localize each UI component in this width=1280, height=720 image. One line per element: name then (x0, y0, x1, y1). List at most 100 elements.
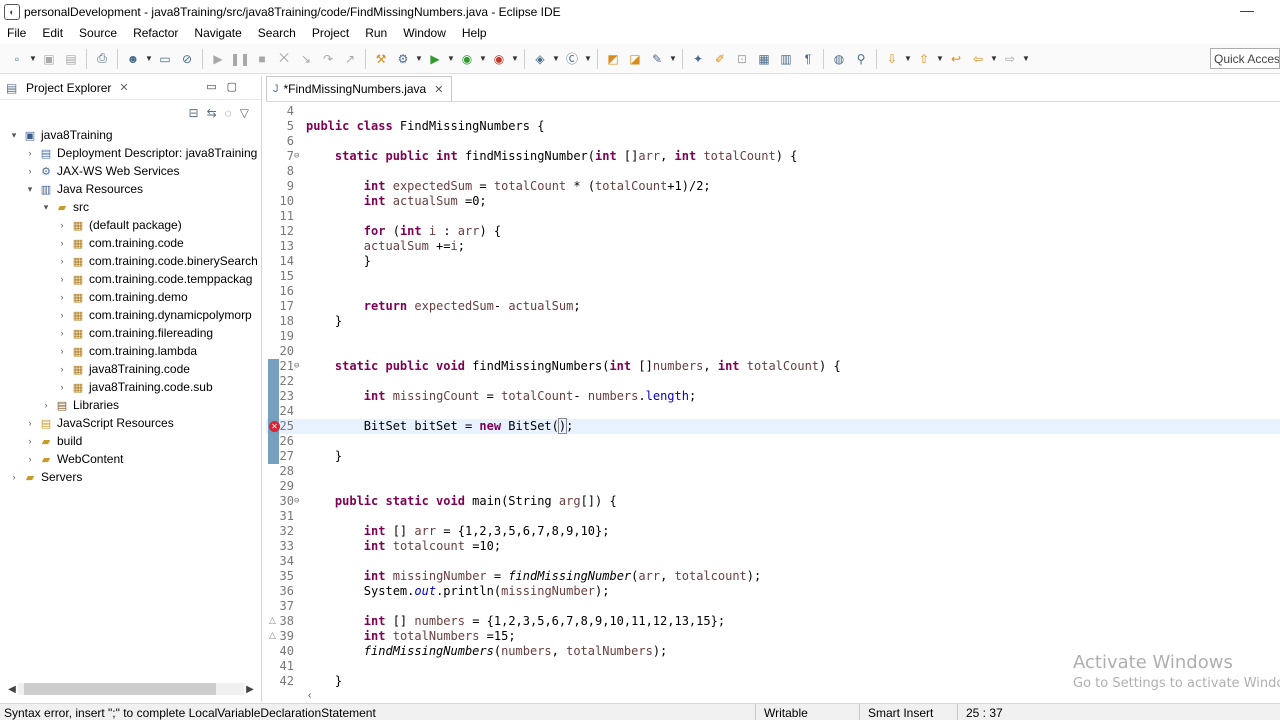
search-icon[interactable]: ✎ (649, 51, 665, 67)
build-icon[interactable]: ⚙ (395, 51, 411, 67)
print-icon[interactable]: ⎙ (94, 51, 110, 67)
chevron-right-icon[interactable]: › (24, 454, 36, 464)
run-icon[interactable]: ▶ (427, 51, 443, 67)
chevron-right-icon[interactable]: › (56, 364, 68, 374)
fold-toggle-icon[interactable]: ⊖ (294, 359, 299, 374)
debug-icon[interactable]: ☻ (125, 51, 141, 67)
menu-search[interactable]: Search (250, 26, 304, 40)
chevron-right-icon[interactable]: › (56, 346, 68, 356)
new-java-project-icon[interactable]: ◈ (532, 51, 548, 67)
code-line[interactable]: 20 (266, 344, 1280, 359)
chevron-right-icon[interactable]: › (56, 310, 68, 320)
code-line[interactable]: 22 (266, 374, 1280, 389)
explorer-horizontal-scrollbar[interactable]: ◀ ▶ (6, 682, 256, 696)
globe-icon[interactable]: ◍ (831, 51, 847, 67)
chevron-down-icon[interactable]: ▾ (40, 202, 52, 213)
chevron-right-icon[interactable]: › (56, 256, 68, 266)
code-line[interactable]: 4 (266, 104, 1280, 119)
close-icon[interactable]: ✕ (119, 81, 128, 94)
code-line[interactable]: 9 int expectedSum = totalCount * (totalC… (266, 179, 1280, 194)
code-line[interactable]: 26 (266, 434, 1280, 449)
fold-toggle-icon[interactable]: ⊖ (294, 494, 299, 509)
chevron-down-icon[interactable]: ▾ (24, 184, 36, 195)
new-icon[interactable]: ▫ (9, 51, 25, 67)
code-line[interactable]: 37 (266, 599, 1280, 614)
code-line[interactable]: 18 } (266, 314, 1280, 329)
step-over-icon[interactable]: ↷ (320, 51, 336, 67)
save-icon[interactable]: ▣ (41, 51, 57, 67)
toggle-mark-occurrences-icon[interactable]: ✦ (690, 51, 706, 67)
forward-dropdown-icon[interactable]: ▼ (1022, 51, 1030, 67)
next-annotation-icon[interactable]: ⇩ (884, 51, 900, 67)
show-line-numbers-icon[interactable]: ▥ (778, 51, 794, 67)
previous-annotation-icon[interactable]: ⇧ (916, 51, 932, 67)
new-dropdown-icon[interactable]: ▼ (29, 51, 37, 67)
tree-item[interactable]: › ▰ WebContent (0, 450, 261, 468)
code-line[interactable]: 5 public class FindMissingNumbers { (266, 119, 1280, 134)
code-line[interactable]: 10 int actualSum =0; (266, 194, 1280, 209)
tree-item[interactable]: › ▦ com.training.code.temppackag (0, 270, 261, 288)
tree-item[interactable]: › ▤ JavaScript Resources (0, 414, 261, 432)
chevron-right-icon[interactable]: › (56, 274, 68, 284)
previous-annotation-dropdown-icon[interactable]: ▼ (936, 51, 944, 67)
chevron-right-icon[interactable]: › (24, 418, 36, 428)
coverage-dropdown-icon[interactable]: ▼ (479, 51, 487, 67)
code-line[interactable]: 31 (266, 509, 1280, 524)
console-icon[interactable]: ▭ (157, 51, 173, 67)
code-line[interactable]: 11 (266, 209, 1280, 224)
tree-item[interactable]: › ▦ com.training.dynamicpolymorp (0, 306, 261, 324)
menu-run[interactable]: Run (357, 26, 395, 40)
view-minimize-maximize-icons[interactable]: ▭▢ (206, 80, 247, 93)
code-line[interactable]: 27 } (266, 449, 1280, 464)
debug-dropdown-icon[interactable]: ▼ (145, 51, 153, 67)
code-line[interactable]: 24 (266, 404, 1280, 419)
toggle-highlight-icon[interactable]: ✐ (712, 51, 728, 67)
menu-project[interactable]: Project (304, 26, 357, 40)
tree-item[interactable]: › ▦ (default package) (0, 216, 261, 234)
code-line[interactable]: 13 actualSum +=i; (266, 239, 1280, 254)
menu-file[interactable]: File (0, 26, 34, 40)
project-explorer-tab[interactable]: ▤ Project Explorer ✕ ▭▢ (0, 76, 261, 100)
code-line[interactable]: 33 int totalcount =10; (266, 539, 1280, 554)
tree-item[interactable]: ▾ ▣ java8Training (0, 126, 261, 144)
code-line[interactable]: 30 ⊖ public static void main(String arg[]… (266, 494, 1280, 509)
code-line[interactable]: 21 ⊖ static public void findMissingNumber… (266, 359, 1280, 374)
build-dropdown-icon[interactable]: ▼ (415, 51, 423, 67)
menu-source[interactable]: Source (71, 26, 125, 40)
disconnect-icon[interactable]: ⨉ (276, 51, 292, 67)
tree-item[interactable]: › ▦ com.training.code (0, 234, 261, 252)
menu-navigate[interactable]: Navigate (186, 26, 249, 40)
last-edit-icon[interactable]: ↩ (948, 51, 964, 67)
tree-item[interactable]: › ▦ com.training.demo (0, 288, 261, 306)
tree-item[interactable]: › ▦ com.training.lambda (0, 342, 261, 360)
code-line[interactable]: 35 int missingNumber = findMissingNumber… (266, 569, 1280, 584)
tree-item[interactable]: › ▤ Deployment Descriptor: java8Training (0, 144, 261, 162)
tree-item[interactable]: › ▰ build (0, 432, 261, 450)
chevron-right-icon[interactable]: › (40, 400, 52, 410)
quick-access-input[interactable]: Quick Access (1210, 48, 1280, 69)
code-line[interactable]: 36 System.out.println(missingNumber); (266, 584, 1280, 599)
new-class-icon[interactable]: Ⓒ (564, 51, 580, 67)
chevron-down-icon[interactable]: ▾ (8, 130, 20, 141)
tree-item[interactable]: › ▤ Libraries (0, 396, 261, 414)
menu-window[interactable]: Window (395, 26, 454, 40)
tree-item[interactable]: › ▦ java8Training.code (0, 360, 261, 378)
new-class-dropdown-icon[interactable]: ▼ (584, 51, 592, 67)
menu-edit[interactable]: Edit (34, 26, 71, 40)
suspend-icon[interactable]: ❚❚ (230, 51, 250, 67)
show-whitespace-icon[interactable]: ▦ (756, 51, 772, 67)
scroll-right-icon[interactable]: ▶ (244, 684, 256, 695)
code-line[interactable]: 16 (266, 284, 1280, 299)
forward-icon[interactable]: ⇨ (1002, 51, 1018, 67)
new-wizard-dropdown-icon[interactable]: ▼ (552, 51, 560, 67)
chevron-right-icon[interactable]: › (56, 292, 68, 302)
skip-breakpoints-icon[interactable]: ⊘ (179, 51, 195, 67)
chevron-right-icon[interactable]: › (56, 220, 68, 230)
step-into-icon[interactable]: ↘ (298, 51, 314, 67)
view-menu-icon[interactable]: ▽ (240, 106, 249, 120)
next-annotation-dropdown-icon[interactable]: ▼ (904, 51, 912, 67)
chevron-right-icon[interactable]: › (8, 472, 20, 482)
code-line[interactable]: 34 (266, 554, 1280, 569)
code-line[interactable]: △ 39 int totalNumbers =15; (266, 629, 1280, 644)
toggle-block-selection-icon[interactable]: ⊡ (734, 51, 750, 67)
